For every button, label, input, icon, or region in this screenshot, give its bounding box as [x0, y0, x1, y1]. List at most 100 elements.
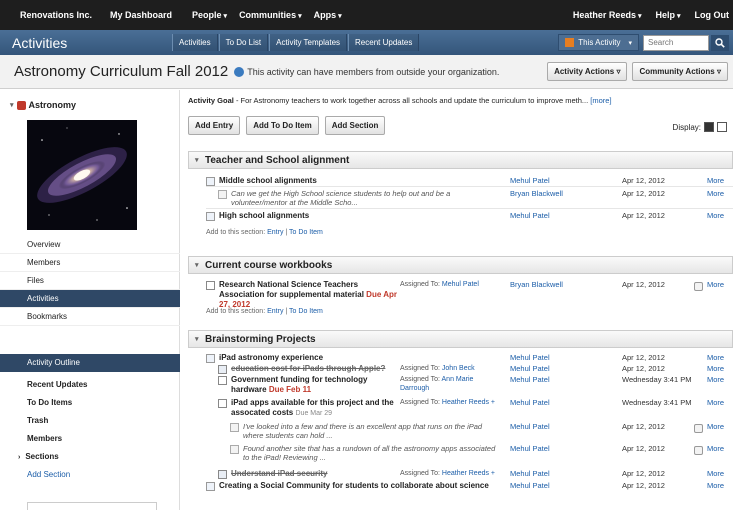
- section-header[interactable]: ▾ Teacher and School alignment: [188, 151, 733, 169]
- more-link[interactable]: More: [707, 481, 724, 490]
- collapse-triangle-icon[interactable]: ▾: [195, 331, 199, 348]
- section-header[interactable]: ▾ Brainstorming Projects: [188, 330, 733, 348]
- more-link[interactable]: More: [707, 189, 724, 198]
- author-link[interactable]: Mehul Patel: [510, 469, 550, 478]
- add-section-button[interactable]: Add Section: [324, 116, 386, 135]
- org-link[interactable]: Renovations Inc.: [20, 10, 92, 20]
- more-link[interactable]: More: [707, 375, 724, 384]
- activity-title-bar: Astronomy Curriculum Fall 2012 This acti…: [0, 55, 733, 89]
- sidebar-item-members[interactable]: Members: [0, 254, 180, 272]
- outline-item-sections[interactable]: › Sections: [0, 448, 180, 466]
- author-link[interactable]: Bryan Blackwell: [510, 189, 563, 198]
- author-link[interactable]: Mehul Patel: [510, 481, 550, 490]
- search-input[interactable]: [643, 34, 709, 51]
- attachment-icon[interactable]: [694, 424, 703, 433]
- add-to-do-item-button[interactable]: Add To Do Item: [246, 116, 319, 135]
- todo-checkbox-checked[interactable]: [218, 470, 227, 479]
- more-link[interactable]: More: [707, 280, 724, 289]
- more-link[interactable]: More: [707, 422, 724, 431]
- more-link[interactable]: More: [707, 398, 724, 407]
- sidebar-item-activities[interactable]: Activities: [0, 290, 180, 308]
- help-menu[interactable]: Help ▾: [655, 10, 680, 20]
- user-menu[interactable]: Heather Reeds ▾: [573, 10, 642, 20]
- more-link[interactable]: More: [707, 469, 724, 478]
- entry-title[interactable]: Middle school alignments: [219, 176, 317, 185]
- assignee-link[interactable]: John Beck: [442, 365, 475, 372]
- logout-link[interactable]: Log Out: [695, 10, 730, 20]
- section-header[interactable]: ▾ Current course workbooks: [188, 256, 733, 274]
- author-link[interactable]: Mehul Patel: [510, 353, 550, 362]
- people-menu[interactable]: People ▾: [192, 10, 227, 20]
- tab-activities[interactable]: Activities: [172, 34, 218, 51]
- add-entry-button[interactable]: Add Entry: [188, 116, 241, 135]
- outline-item-trash[interactable]: Trash: [0, 412, 180, 430]
- section-teacher-school-alignment: ▾ Teacher and School alignment Middle sch…: [188, 151, 733, 243]
- todo-checkbox[interactable]: [218, 399, 227, 408]
- entry-date: Wednesday 3:41 PM: [622, 375, 692, 384]
- my-dashboard-link[interactable]: My Dashboard: [110, 10, 172, 20]
- help-menu-label: Help: [655, 10, 675, 20]
- search-icon[interactable]: [711, 34, 729, 51]
- assignee-link[interactable]: Heather Reeds +: [442, 399, 495, 406]
- author-link[interactable]: Mehul Patel: [510, 398, 550, 407]
- add-section-link[interactable]: Add Section: [0, 466, 180, 484]
- entry-button-row: Add Entry Add To Do Item Add Section: [188, 116, 391, 135]
- collapse-triangle-icon[interactable]: ▾: [10, 101, 14, 109]
- entry-title[interactable]: Creating a Social Community for students…: [219, 481, 489, 490]
- chevron-down-icon: ▾: [338, 13, 342, 20]
- outline-item-to-do-items[interactable]: To Do Items: [0, 394, 180, 412]
- sidebar-item-overview[interactable]: Overview: [0, 236, 180, 254]
- outline-item-recent-updates[interactable]: Recent Updates: [0, 376, 180, 394]
- collapse-triangle-icon[interactable]: ▾: [195, 257, 199, 274]
- this-activity-dropdown[interactable]: This Activity ▾: [558, 34, 639, 51]
- author-link[interactable]: Mehul Patel: [510, 176, 550, 185]
- sidebar-item-bookmarks[interactable]: Bookmarks: [0, 308, 180, 326]
- attachment-icon[interactable]: [694, 446, 703, 455]
- author-link[interactable]: Bryan Blackwell: [510, 280, 563, 289]
- sidebar-field[interactable]: [27, 502, 157, 510]
- main-content: Activity Goal - For Astronomy teachers t…: [188, 96, 733, 510]
- display-label: Display:: [672, 122, 701, 132]
- more-link[interactable]: More: [707, 211, 724, 220]
- add-to-do-link[interactable]: To Do Item: [289, 229, 323, 236]
- todo-title[interactable]: Understand iPad security: [231, 469, 327, 478]
- list-view-icon[interactable]: [704, 122, 714, 132]
- outline-view-icon[interactable]: [717, 122, 727, 132]
- outline-item-members[interactable]: Members: [0, 430, 180, 448]
- todo-checkbox-checked[interactable]: [218, 365, 227, 374]
- more-link[interactable]: More: [707, 444, 724, 453]
- communities-menu[interactable]: Communities ▾: [239, 10, 302, 20]
- add-entry-link[interactable]: Entry: [267, 229, 283, 236]
- author-link[interactable]: Mehul Patel: [510, 444, 550, 453]
- assignee-link[interactable]: Mehul Patel: [442, 281, 479, 288]
- more-link[interactable]: More: [707, 364, 724, 373]
- add-to-do-link[interactable]: To Do Item: [289, 308, 323, 315]
- apps-menu[interactable]: Apps ▾: [314, 10, 342, 20]
- entry-title[interactable]: iPad astronomy experience: [219, 353, 323, 362]
- more-link[interactable]: More: [707, 353, 724, 362]
- more-link[interactable]: More: [707, 176, 724, 185]
- goal-more-link[interactable]: [more]: [590, 96, 611, 105]
- author-link[interactable]: Mehul Patel: [510, 422, 550, 431]
- todo-checkbox[interactable]: [218, 376, 227, 385]
- todo-title[interactable]: Research National Science Teachers Assoc…: [219, 280, 364, 299]
- tab-recent-updates[interactable]: Recent Updates: [348, 34, 420, 51]
- assignee-link[interactable]: Heather Reeds +: [442, 470, 495, 477]
- tab-activity-templates[interactable]: Activity Templates: [269, 34, 348, 51]
- todo-checkbox[interactable]: [206, 281, 215, 290]
- entry-title[interactable]: High school alignments: [219, 211, 309, 220]
- community-actions-button[interactable]: Community Actions ▿: [632, 62, 728, 81]
- sidebar-header[interactable]: ▾ Astronomy: [10, 100, 76, 110]
- assigned-to: Assigned To: Heather Reeds +: [400, 469, 495, 478]
- author-link[interactable]: Mehul Patel: [510, 211, 550, 220]
- author-link[interactable]: Mehul Patel: [510, 375, 550, 384]
- author-link[interactable]: Mehul Patel: [510, 364, 550, 373]
- activity-actions-button[interactable]: Activity Actions ▿: [547, 62, 628, 81]
- todo-title[interactable]: education cost for iPads through Apple?: [231, 364, 385, 373]
- entry-date: Apr 12, 2012: [622, 469, 665, 478]
- add-entry-link[interactable]: Entry: [267, 308, 283, 315]
- attachment-icon[interactable]: [694, 282, 703, 291]
- collapse-triangle-icon[interactable]: ▾: [195, 152, 199, 169]
- tab-to-do-list[interactable]: To Do List: [218, 34, 269, 51]
- sidebar-item-files[interactable]: Files: [0, 272, 180, 290]
